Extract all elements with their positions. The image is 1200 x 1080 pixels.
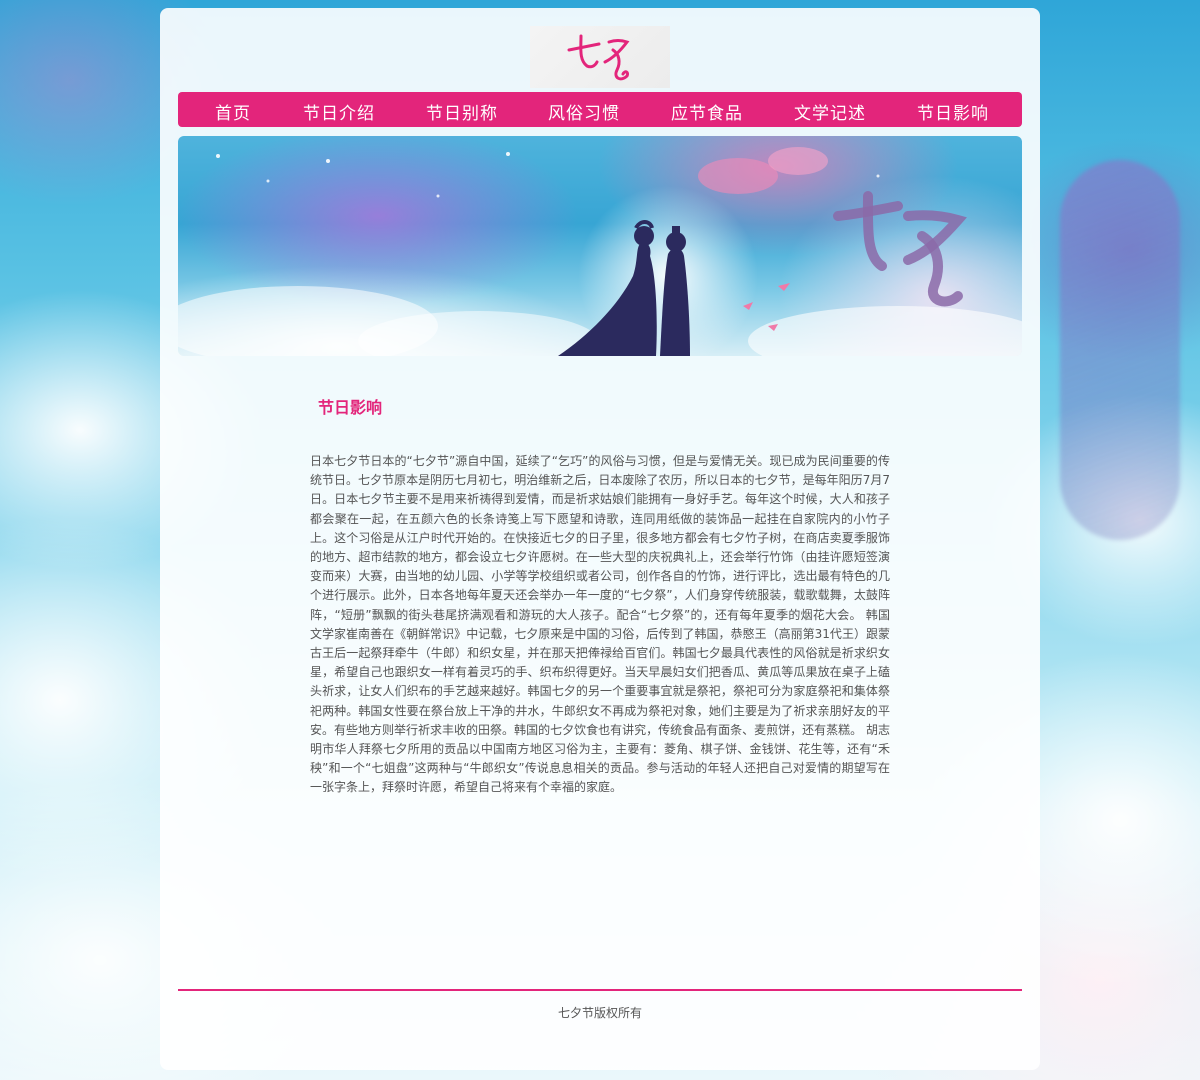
page-container: 首页 节日介绍 节日别称 风俗习惯 应节食品 文学记述 节日影响 节日影响 日本… <box>160 8 1040 1070</box>
site-logo[interactable] <box>530 26 670 88</box>
couple-silhouette-illustration <box>178 147 1022 356</box>
article: 节日影响 日本七夕节日本的“七夕节”源自中国，延续了“乞巧”的风俗与习惯，但是与… <box>310 388 890 810</box>
nav-item-literature[interactable]: 文学记述 <box>794 99 866 124</box>
article-heading: 节日影响 <box>318 398 383 417</box>
nav-item-home[interactable]: 首页 <box>215 99 251 124</box>
footer-copyright: 七夕节版权所有 <box>557 1006 642 1020</box>
hero-banner <box>178 136 1022 356</box>
qixi-logo-graphic <box>567 34 630 81</box>
article-body: 日本七夕节日本的“七夕节”源自中国，延续了“乞巧”的风俗与习惯，但是与爱情无关。… <box>310 454 890 795</box>
nav-item-alias[interactable]: 节日别称 <box>426 99 498 124</box>
nav-item-influence[interactable]: 节日影响 <box>917 99 989 124</box>
nav-item-food[interactable]: 应节食品 <box>671 99 743 124</box>
main-nav: 首页 节日介绍 节日别称 风俗习惯 应节食品 文学记述 节日影响 <box>178 92 1022 127</box>
background-decoration <box>1060 160 1180 540</box>
footer-divider <box>178 989 1022 991</box>
nav-item-introduction[interactable]: 节日介绍 <box>303 99 375 124</box>
nav-item-customs[interactable]: 风俗习惯 <box>548 99 620 124</box>
